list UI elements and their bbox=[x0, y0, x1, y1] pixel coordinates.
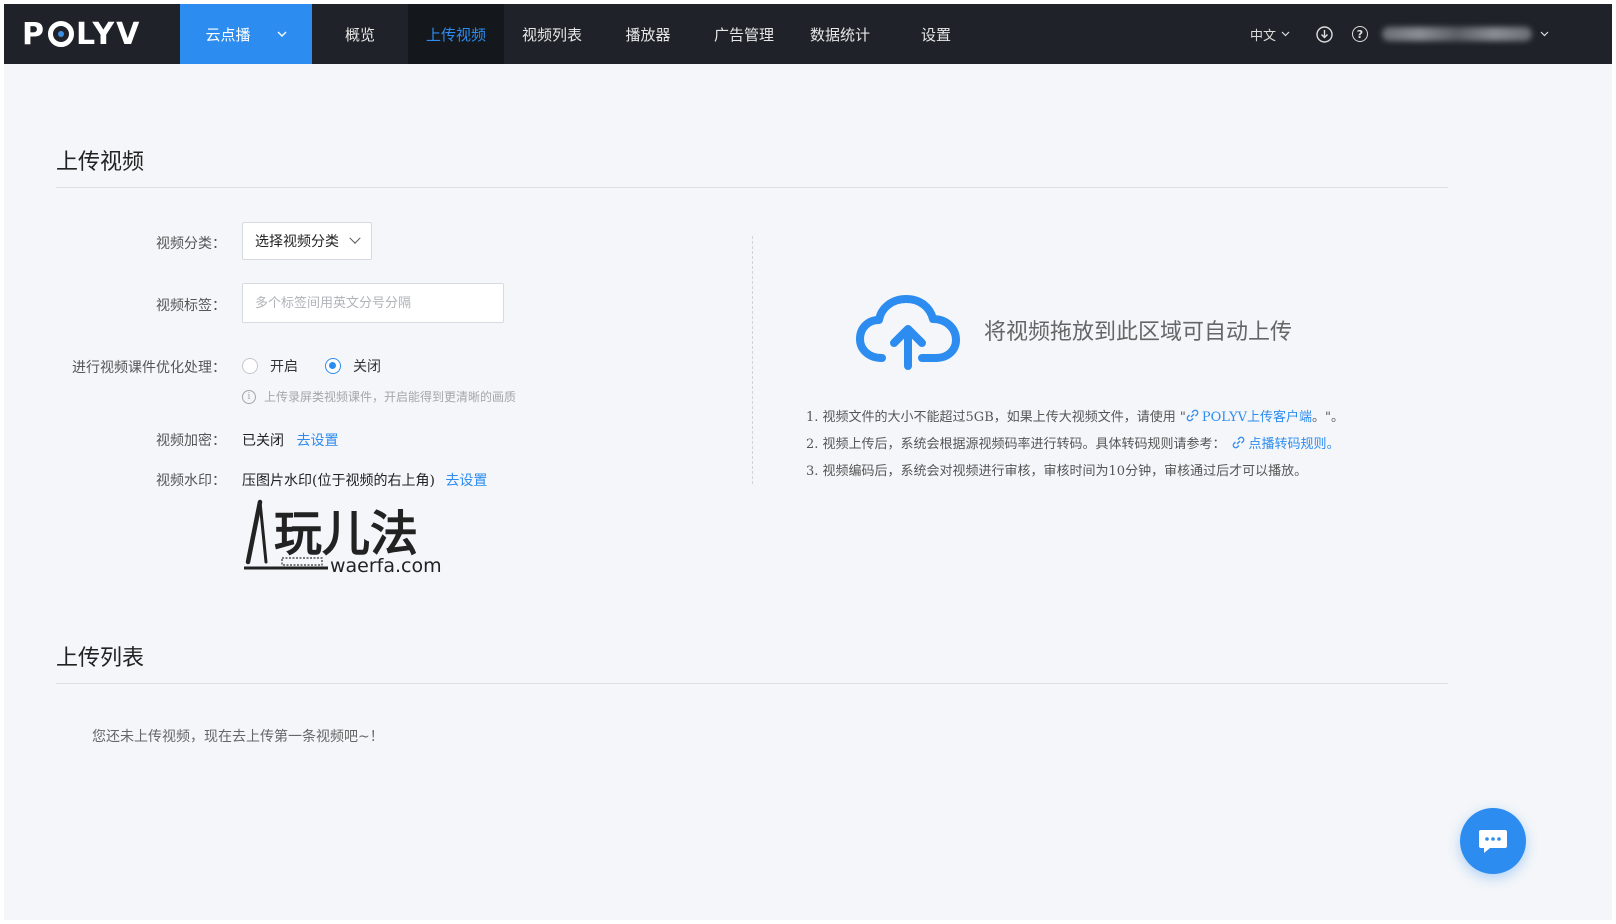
section-divider bbox=[56, 683, 1448, 684]
polyv-client-link[interactable]: POLYV上传客户端 bbox=[1202, 410, 1312, 425]
category-select-value: 选择视频分类 bbox=[255, 234, 339, 250]
nav-item-settings[interactable]: 设置 bbox=[888, 4, 984, 64]
download-button[interactable] bbox=[1316, 4, 1333, 64]
note-2-suffix: 。 bbox=[1326, 437, 1340, 452]
nav-item-label: 概览 bbox=[344, 25, 375, 44]
optimize-label: 进行视频课件优化处理： bbox=[72, 360, 226, 376]
logo-letter-p: P bbox=[22, 16, 46, 52]
encrypt-status: 已关闭 bbox=[242, 433, 284, 449]
vertical-dashed-divider bbox=[752, 236, 753, 484]
tags-label: 视频标签： bbox=[156, 298, 226, 314]
nav-item-label: 播放器 bbox=[625, 25, 671, 44]
nav-item-label: 数据统计 bbox=[809, 25, 870, 44]
nav-item-player[interactable]: 播放器 bbox=[600, 4, 696, 64]
watermark-value-row: 压图片水印(位于视频的右上角) 去设置 bbox=[242, 470, 487, 490]
link-icon bbox=[1232, 436, 1244, 449]
language-label: 中文 bbox=[1250, 28, 1277, 44]
watermark-status: 压图片水印(位于视频的右上角) bbox=[242, 473, 435, 489]
watermark-label: 视频水印： bbox=[156, 473, 226, 489]
info-icon: i bbox=[242, 389, 256, 404]
note-2: 2. 视频上传后，系统会根据源视频码率进行转码。具体转码规则请参考： 点播转码规则… bbox=[806, 431, 1344, 458]
logo-letters-lyv: LYV bbox=[76, 16, 142, 52]
note-1: 1. 视频文件的大小不能超过5GB，如果上传大视频文件，请使用 " POLYV上传… bbox=[806, 404, 1344, 431]
encrypt-label: 视频加密： bbox=[156, 433, 226, 449]
radio-checked-icon bbox=[325, 358, 341, 374]
language-switcher[interactable]: 中文 bbox=[1250, 4, 1290, 64]
top-nav: POLYV PLYV 云点播 概览 上传视频 视频列表 播放器 广告管理 数据统… bbox=[4, 4, 1612, 64]
optimize-hint: i 上传录屏类视频课件，开启能得到更清晰的画质 bbox=[242, 388, 516, 405]
nav-vod-dropdown[interactable]: 云点播 bbox=[180, 4, 312, 64]
upload-section-title: 上传视频 bbox=[56, 150, 145, 175]
optimize-radio-off[interactable]: 关闭 bbox=[325, 356, 381, 376]
chevron-down-icon bbox=[349, 232, 361, 244]
user-account-redacted bbox=[1382, 27, 1532, 41]
encrypt-settings-link[interactable]: 去设置 bbox=[296, 433, 338, 449]
nav-vod-label: 云点播 bbox=[205, 25, 251, 44]
help-icon: ? bbox=[1352, 26, 1368, 42]
note-1-suffix: 。"。 bbox=[1312, 410, 1345, 425]
section-divider bbox=[56, 187, 1448, 188]
note-2-text: 2. 视频上传后，系统会根据源视频码率进行转码。具体转码规则请参考： bbox=[806, 437, 1226, 452]
nav-item-label: 上传视频 bbox=[425, 25, 486, 44]
transcode-rules-link[interactable]: 点播转码规则 bbox=[1249, 437, 1327, 452]
tags-input[interactable] bbox=[242, 283, 504, 323]
note-3: 3. 视频编码后，系统会对视频进行审核，审核时间为10分钟，审核通过后才可以播放… bbox=[806, 464, 1308, 479]
cloud-upload-icon bbox=[856, 295, 960, 370]
optimize-radio-on[interactable]: 开启 bbox=[242, 356, 298, 376]
chevron-down-icon bbox=[1540, 31, 1549, 37]
watermark-preview-image: 玩儿法 waerfa.com bbox=[242, 498, 448, 577]
optimize-hint-text: 上传录屏类视频课件，开启能得到更清晰的画质 bbox=[264, 390, 517, 404]
nav-item-statistics[interactable]: 数据统计 bbox=[792, 4, 888, 64]
dropzone-text: 将视频拖放到此区域可自动上传 bbox=[984, 320, 1293, 345]
logo-o-mark bbox=[48, 21, 74, 47]
chat-icon bbox=[1479, 830, 1507, 853]
chevron-down-icon bbox=[1281, 31, 1290, 37]
category-select[interactable]: 选择视频分类 bbox=[242, 222, 372, 260]
nav-item-ad-management[interactable]: 广告管理 bbox=[696, 4, 792, 64]
help-button[interactable]: ? bbox=[1352, 4, 1368, 64]
download-icon bbox=[1316, 25, 1333, 43]
optimize-option-off-label: 关闭 bbox=[353, 359, 381, 375]
upload-notes: 1. 视频文件的大小不能超过5GB，如果上传大视频文件，请使用 " POLYV上传… bbox=[806, 404, 1344, 485]
nav-item-upload-video[interactable]: 上传视频 bbox=[408, 4, 504, 64]
chat-button[interactable] bbox=[1460, 808, 1526, 874]
nav-item-label: 广告管理 bbox=[713, 25, 774, 44]
upload-list-empty-text: 您还未上传视频，现在去上传第一条视频吧~！ bbox=[92, 729, 384, 745]
watermark-logo-domain: waerfa.com bbox=[330, 555, 442, 576]
category-label: 视频分类： bbox=[156, 236, 226, 252]
nav-item-label: 设置 bbox=[920, 25, 951, 44]
nav-item-label: 视频列表 bbox=[521, 25, 582, 44]
nav-item-overview[interactable]: 概览 bbox=[312, 4, 408, 64]
link-icon bbox=[1186, 409, 1199, 422]
watermark-logo: 玩儿法 waerfa.com bbox=[244, 499, 442, 577]
upload-list-title: 上传列表 bbox=[56, 646, 145, 671]
chevron-down-icon bbox=[277, 31, 286, 37]
logo[interactable]: POLYV PLYV bbox=[22, 14, 141, 54]
watermark-settings-link[interactable]: 去设置 bbox=[445, 473, 487, 489]
nav-item-video-list[interactable]: 视频列表 bbox=[504, 4, 600, 64]
optimize-option-on-label: 开启 bbox=[270, 359, 298, 375]
radio-unchecked-icon bbox=[242, 358, 258, 374]
encrypt-value-row: 已关闭 去设置 bbox=[242, 430, 338, 450]
note-1-text: 1. 视频文件的大小不能超过5GB，如果上传大视频文件，请使用 " bbox=[806, 410, 1186, 425]
watermark-logo-text: 玩儿法 bbox=[274, 506, 418, 562]
app-frame: POLYV PLYV 云点播 概览 上传视频 视频列表 播放器 广告管理 数据统… bbox=[4, 4, 1612, 920]
user-menu[interactable] bbox=[1382, 4, 1549, 64]
